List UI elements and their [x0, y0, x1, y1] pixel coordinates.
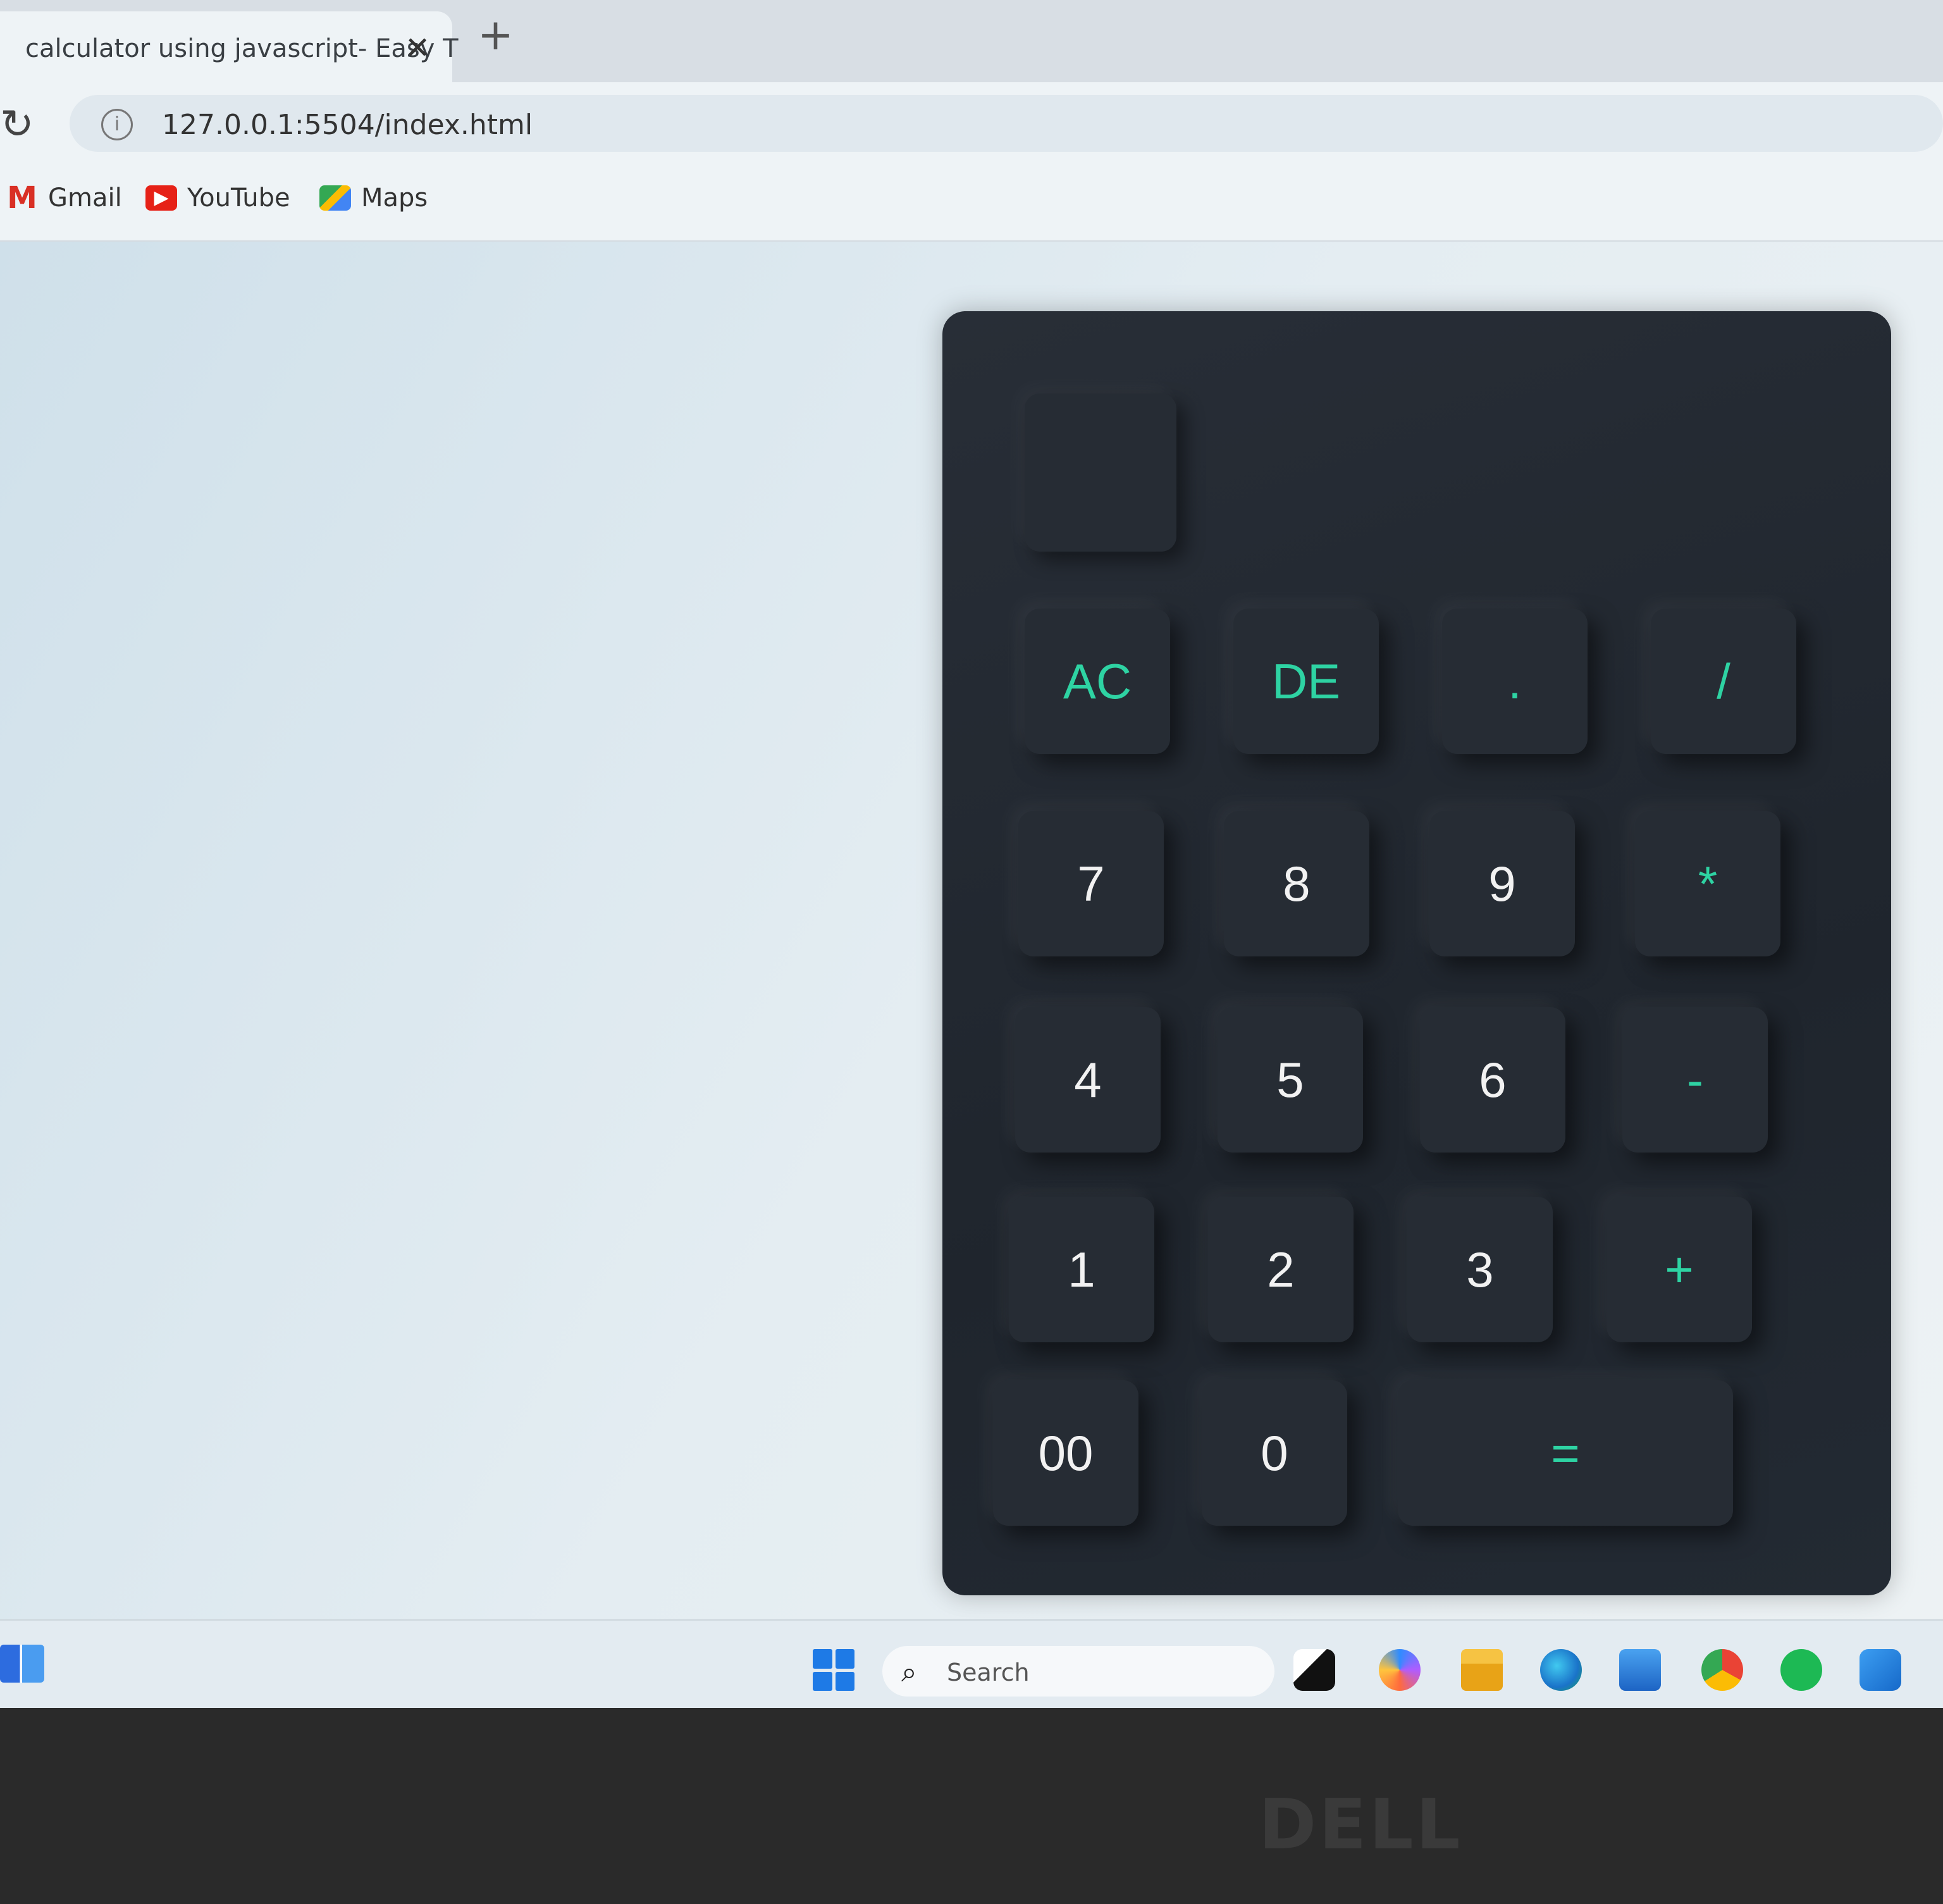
close-icon[interactable]: ✕: [405, 30, 430, 66]
browser-toolbar: ↻ i 127.0.0.1:5504/index.html: [0, 82, 1943, 164]
key-00[interactable]: 00: [993, 1380, 1138, 1526]
taskbar-search-input[interactable]: ⌕ Search: [882, 1646, 1274, 1697]
maps-icon: [319, 185, 351, 211]
bookmarks-bar: M Gmail ▶ YouTube Maps: [0, 164, 1943, 242]
decimal-button[interactable]: .: [1442, 609, 1588, 754]
divide-button[interactable]: /: [1651, 609, 1796, 754]
youtube-icon: ▶: [145, 185, 177, 211]
search-label: Search: [947, 1659, 1030, 1686]
page-content: AC DE . / 7 8 9 * 4 5 6 - 1 2 3 + 00 0 =: [0, 242, 1943, 1619]
key-0[interactable]: 0: [1202, 1380, 1347, 1526]
bookmark-label: YouTube: [187, 183, 290, 213]
vscode-icon[interactable]: [1860, 1649, 1901, 1691]
gmail-icon: M: [7, 180, 37, 216]
key-2[interactable]: 2: [1208, 1197, 1354, 1342]
bookmark-label: Gmail: [48, 183, 122, 213]
reload-icon[interactable]: ↻: [0, 104, 34, 145]
key-9[interactable]: 9: [1429, 811, 1575, 956]
key-3[interactable]: 3: [1407, 1197, 1553, 1342]
bookmark-youtube[interactable]: ▶ YouTube: [145, 183, 290, 213]
screen: calculator using javascript- Easy T ✕ + …: [0, 0, 1943, 1709]
browser-tab[interactable]: calculator using javascript- Easy T ✕: [0, 11, 459, 82]
tab-title: calculator using javascript- Easy T: [25, 34, 459, 63]
bookmark-gmail[interactable]: M Gmail: [6, 183, 122, 213]
spotify-icon[interactable]: [1780, 1649, 1822, 1691]
info-icon[interactable]: i: [101, 109, 133, 140]
start-icon[interactable]: [813, 1649, 854, 1691]
key-1[interactable]: 1: [1009, 1197, 1154, 1342]
address-bar[interactable]: i 127.0.0.1:5504/index.html: [70, 95, 1943, 152]
key-6[interactable]: 6: [1420, 1007, 1565, 1153]
key-8[interactable]: 8: [1224, 811, 1369, 956]
widgets-icon[interactable]: [0, 1645, 44, 1683]
key-4[interactable]: 4: [1015, 1007, 1161, 1153]
calculator: AC DE . / 7 8 9 * 4 5 6 - 1 2 3 + 00 0 =: [942, 311, 1891, 1595]
mail-icon[interactable]: [1619, 1649, 1661, 1691]
file-explorer-icon[interactable]: [1461, 1649, 1503, 1691]
chrome-icon[interactable]: [1701, 1649, 1743, 1691]
key-7[interactable]: 7: [1018, 811, 1164, 956]
clear-button[interactable]: AC: [1025, 609, 1170, 754]
taskbar: ⌕ Search: [0, 1619, 1943, 1709]
tab-strip: calculator using javascript- Easy T ✕ +: [0, 0, 1943, 82]
bookmark-label: Maps: [361, 183, 428, 213]
laptop-bezel: DELL: [0, 1708, 1943, 1904]
dell-logo: DELL: [1259, 1784, 1463, 1865]
add-button[interactable]: +: [1607, 1197, 1752, 1342]
delete-button[interactable]: DE: [1233, 609, 1379, 754]
subtract-button[interactable]: -: [1622, 1007, 1768, 1153]
copilot-icon[interactable]: [1379, 1649, 1421, 1691]
task-view-icon[interactable]: [1293, 1649, 1335, 1691]
multiply-button[interactable]: *: [1635, 811, 1780, 956]
bookmark-maps[interactable]: Maps: [319, 183, 428, 213]
new-tab-button[interactable]: +: [478, 14, 514, 57]
equals-button[interactable]: =: [1398, 1380, 1733, 1526]
calculator-display: [1025, 393, 1176, 552]
url-text[interactable]: 127.0.0.1:5504/index.html: [162, 109, 533, 141]
search-icon: ⌕: [901, 1656, 917, 1688]
edge-icon[interactable]: [1540, 1649, 1582, 1691]
key-5[interactable]: 5: [1218, 1007, 1363, 1153]
